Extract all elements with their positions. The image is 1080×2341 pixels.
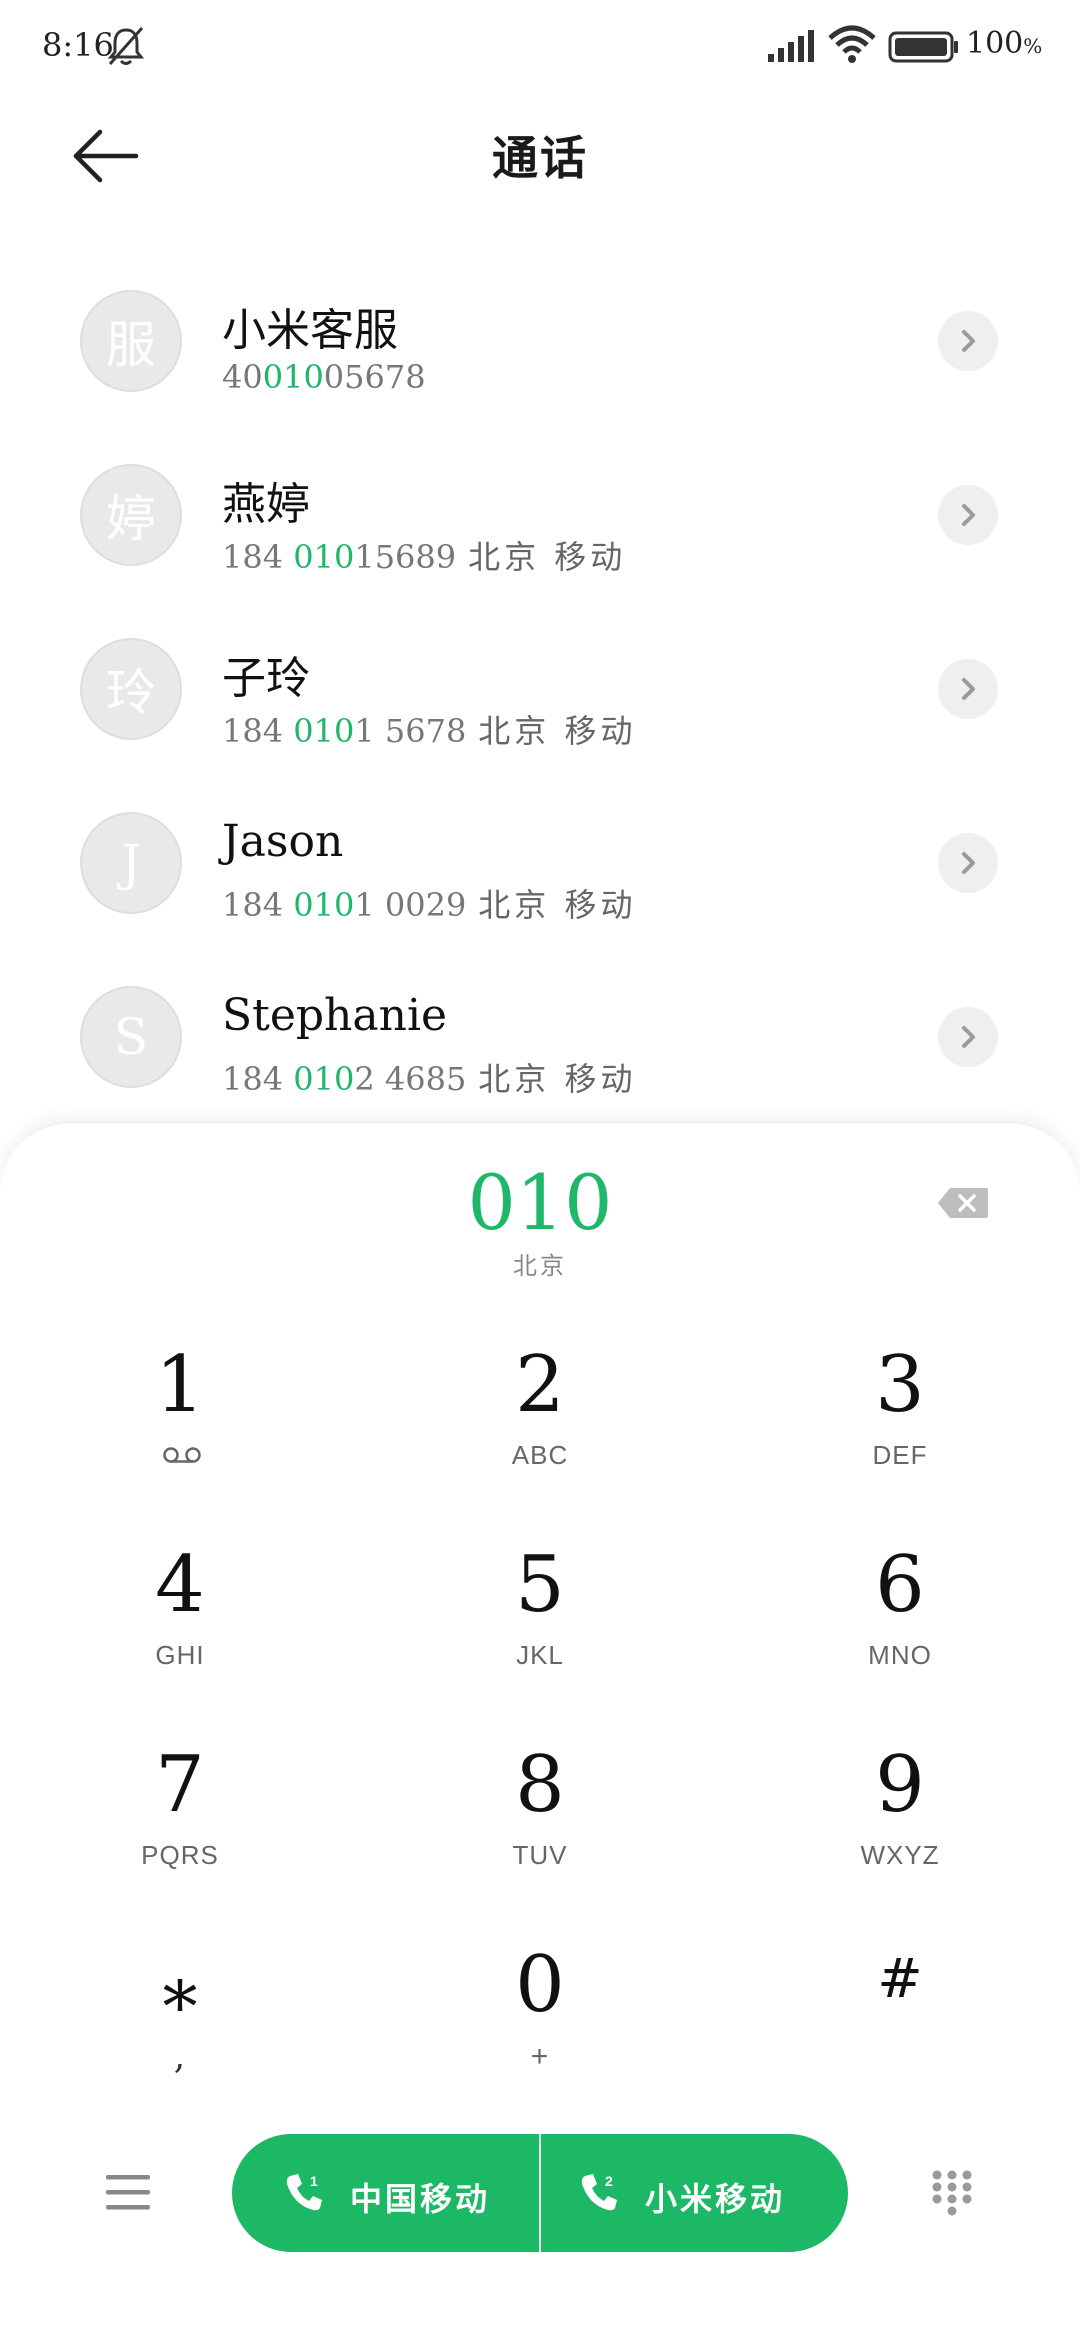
- page-title: 通话: [492, 131, 588, 185]
- backspace-icon[interactable]: [936, 1186, 990, 1220]
- dial-key-8[interactable]: 8 TUV: [390, 1740, 690, 1910]
- contact-detail-button[interactable]: [938, 1007, 998, 1067]
- phone-sim2-icon: 2: [581, 2173, 617, 2211]
- dialed-number: 010: [467, 1158, 613, 1247]
- svg-text:1: 1: [310, 2173, 321, 2189]
- avatar: 服: [80, 290, 182, 392]
- contact-detail-button[interactable]: [938, 485, 998, 545]
- contact-detail-button[interactable]: [938, 659, 998, 719]
- avatar: S: [80, 986, 182, 1088]
- dial-key-6[interactable]: 6 MNO: [750, 1540, 1050, 1710]
- call-sim1-button[interactable]: 1 中国移动: [232, 2134, 539, 2252]
- chevron-right-icon: [962, 504, 975, 526]
- contact-location: 北京 移动: [478, 712, 637, 750]
- contact-row[interactable]: S Stephanie 184 0102 4685 北京 移动: [0, 950, 1080, 1124]
- call-sim2-button[interactable]: 2 小米移动: [541, 2134, 848, 2252]
- status-bar: 8:16 100%: [0, 0, 1080, 90]
- contact-detail: 184 0101 0029 北京 移动: [222, 886, 637, 924]
- dial-key-2[interactable]: 2 ABC: [390, 1340, 690, 1510]
- contact-detail-button[interactable]: [938, 311, 998, 371]
- matched-digits: 010: [293, 1060, 355, 1098]
- status-time: 8:16: [42, 26, 114, 64]
- contact-detail: 184 0102 4685 北京 移动: [222, 1060, 637, 1098]
- contact-location: 北京 移动: [478, 886, 637, 924]
- matched-digits: 010: [293, 538, 355, 576]
- chevron-right-icon: [962, 330, 975, 352]
- dial-key-hash[interactable]: #: [750, 1940, 1050, 2110]
- contact-name: 燕婷: [222, 479, 310, 530]
- voicemail-icon: [163, 1447, 201, 1463]
- contact-detail-button[interactable]: [938, 833, 998, 893]
- chevron-right-icon: [962, 1026, 975, 1048]
- svg-text:2: 2: [605, 2173, 616, 2189]
- contact-location: 北京 移动: [478, 1060, 637, 1098]
- call-buttons: 1 中国移动 2 小米移动: [232, 2134, 848, 2252]
- contact-row[interactable]: 服 小米客服 4001005678: [0, 254, 1080, 428]
- chevron-right-icon: [962, 852, 975, 874]
- call-sim1-label: 中国移动: [350, 2180, 491, 2218]
- dialpad-toggle-icon[interactable]: [930, 2168, 974, 2218]
- dial-key-1[interactable]: 1: [30, 1340, 330, 1510]
- contact-row[interactable]: 婷 燕婷 184 01015689 北京 移动: [0, 428, 1080, 602]
- chevron-right-icon: [962, 678, 975, 700]
- avatar: J: [80, 812, 182, 914]
- dial-key-4[interactable]: 4 GHI: [30, 1540, 330, 1710]
- signal-icon: [768, 30, 814, 62]
- matched-digits: 010: [262, 358, 324, 396]
- contact-detail: 4001005678: [222, 358, 426, 396]
- contact-name: Jason: [222, 816, 344, 867]
- dial-key-9[interactable]: 9 WXYZ: [750, 1740, 1050, 1910]
- contact-name: 子玲: [222, 653, 310, 704]
- dial-key-3[interactable]: 3 DEF: [750, 1340, 1050, 1510]
- contact-row[interactable]: 玲 子玲 184 0101 5678 北京 移动: [0, 602, 1080, 776]
- contact-name: Stephanie: [222, 990, 448, 1041]
- dialed-region: 北京: [513, 1252, 567, 1280]
- matched-digits: 010: [293, 712, 355, 750]
- contact-location: 北京 移动: [468, 538, 627, 576]
- dial-key-5[interactable]: 5 JKL: [390, 1540, 690, 1710]
- avatar: 婷: [80, 464, 182, 566]
- wifi-icon: [828, 25, 876, 63]
- avatar: 玲: [80, 638, 182, 740]
- contact-detail: 184 01015689 北京 移动: [222, 538, 627, 576]
- call-sim2-label: 小米移动: [645, 2180, 786, 2218]
- dial-key-star[interactable]: * ,: [30, 1940, 330, 2110]
- menu-icon[interactable]: [104, 2172, 152, 2212]
- contact-name: 小米客服: [222, 305, 398, 356]
- dial-key-7[interactable]: 7 PQRS: [30, 1740, 330, 1910]
- matched-digits: 010: [293, 886, 355, 924]
- contact-row[interactable]: J Jason 184 0101 0029 北京 移动: [0, 776, 1080, 950]
- battery-icon: [888, 31, 958, 63]
- phone-sim1-icon: 1: [286, 2173, 322, 2211]
- contact-detail: 184 0101 5678 北京 移动: [222, 712, 637, 750]
- dial-key-0[interactable]: 0 +: [390, 1940, 690, 2110]
- battery-percent: 100%: [966, 26, 1043, 61]
- bell-off-icon: [107, 27, 145, 65]
